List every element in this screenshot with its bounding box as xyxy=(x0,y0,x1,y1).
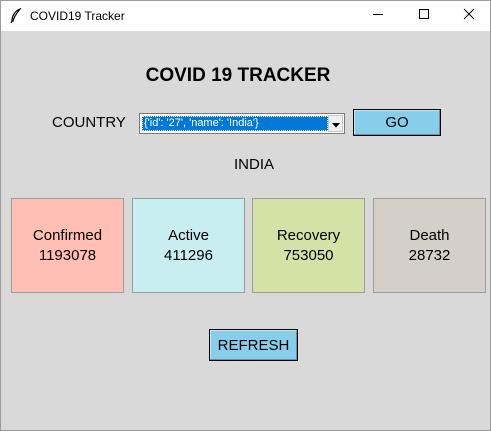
title-bar[interactable]: COVID19 Tracker xyxy=(1,1,490,31)
close-icon xyxy=(463,7,475,25)
recovery-value: 753050 xyxy=(283,246,334,264)
country-dropdown-value: {'id': '27', 'name': 'India'} xyxy=(142,116,328,131)
app-window: COVID19 Tracker COVID 19 TRACKER COUNTRY… xyxy=(0,0,491,431)
country-label: COUNTRY xyxy=(52,114,126,131)
active-card: Active 411296 xyxy=(132,198,245,293)
active-label: Active xyxy=(168,226,209,244)
page-title: COVID 19 TRACKER xyxy=(145,65,331,86)
maximize-button[interactable] xyxy=(401,1,447,31)
active-value: 411296 xyxy=(164,246,213,264)
confirmed-label: Confirmed xyxy=(32,226,103,244)
refresh-button[interactable]: REFRESH xyxy=(209,329,298,361)
dropdown-arrow-button[interactable] xyxy=(328,115,343,132)
death-label: Death xyxy=(409,226,450,244)
chevron-down-icon xyxy=(331,115,340,133)
minimize-icon xyxy=(372,7,384,25)
close-button[interactable] xyxy=(446,1,490,31)
death-value: 28732 xyxy=(408,246,451,264)
maximize-icon xyxy=(418,7,430,25)
confirmed-value: 1193078 xyxy=(38,246,97,264)
feather-icon xyxy=(9,7,23,24)
selected-country-name: INDIA xyxy=(233,156,274,173)
recovery-label: Recovery xyxy=(276,226,341,244)
country-dropdown[interactable]: {'id': '27', 'name': 'India'} xyxy=(139,113,345,134)
recovery-card: Recovery 753050 xyxy=(252,198,365,293)
death-card: Death 28732 xyxy=(373,198,486,293)
minimize-button[interactable] xyxy=(355,1,401,31)
window-title: COVID19 Tracker xyxy=(30,9,125,23)
confirmed-card: Confirmed 1193078 xyxy=(11,198,124,293)
go-button[interactable]: GO xyxy=(353,109,441,136)
